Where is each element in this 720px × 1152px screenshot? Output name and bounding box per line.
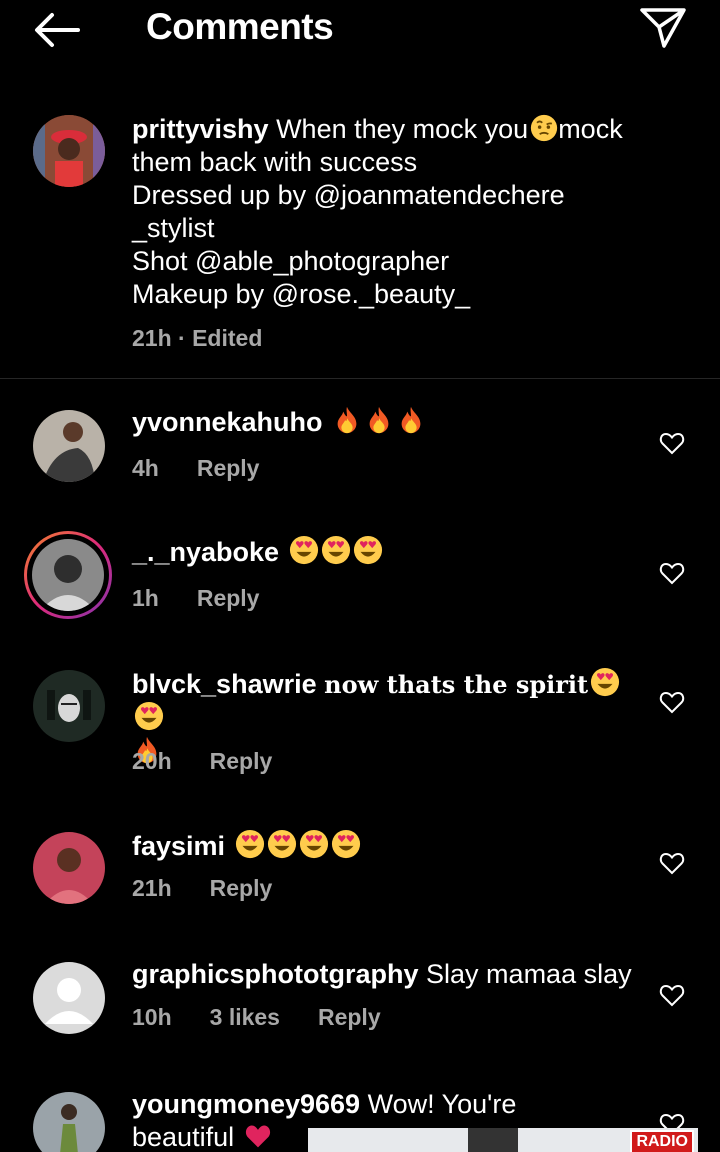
comment-username[interactable]: faysimi (132, 831, 225, 861)
fire-emoji-icon (396, 405, 426, 435)
ad-banner[interactable]: RADIO (308, 1128, 698, 1152)
comment-text: yvonnekahuho (132, 405, 632, 439)
reply-button[interactable]: Reply (197, 455, 260, 482)
avatar[interactable] (33, 670, 105, 742)
comment-username[interactable]: _._nyaboke (132, 537, 279, 567)
comment-time: 4h (132, 455, 159, 481)
edited-label: Edited (192, 325, 263, 351)
comment-username[interactable]: graphicsphototgraphy (132, 959, 419, 989)
radio-badge: RADIO (630, 1130, 694, 1152)
heart-eyes-emoji-icon (590, 667, 620, 697)
comment-meta: 10h 3 likes Reply (132, 1004, 419, 1031)
caption-line-4: _stylist (132, 213, 215, 243)
comment-text: faysimi (132, 829, 632, 863)
comment-username[interactable]: yvonnekahuho (132, 407, 323, 437)
like-heart-icon[interactable] (659, 690, 685, 714)
top-bar: Comments (0, 0, 720, 56)
raised-eyebrow-emoji-icon (530, 114, 558, 142)
likes-count[interactable]: 3 likes (210, 1004, 280, 1031)
comment-time: 21h (132, 875, 172, 901)
caption-line-2: them back with success (132, 147, 418, 177)
reply-button[interactable]: Reply (210, 875, 273, 902)
like-heart-icon[interactable] (659, 561, 685, 585)
avatar[interactable] (33, 832, 105, 904)
divider (0, 378, 720, 379)
ad-image-detail (468, 1128, 518, 1152)
default-avatar[interactable] (33, 962, 105, 1034)
heart-eyes-emoji-icon (321, 535, 351, 565)
caption-time: 21h (132, 325, 172, 351)
caption-line-6: Makeup by @rose._beauty_ (132, 279, 471, 309)
avatar[interactable] (33, 410, 105, 482)
comment-meta: 1h Reply (132, 585, 297, 612)
page-title: Comments (146, 6, 334, 47)
like-heart-icon[interactable] (659, 431, 685, 455)
reply-button[interactable]: Reply (197, 585, 260, 612)
comment-row: blvck_shawrie now thats the spirit 20h Re… (0, 667, 720, 787)
heart-eyes-emoji-icon (331, 829, 361, 859)
comment-meta: 4h Reply (132, 455, 297, 482)
comment-text: graphicsphototgraphy Slay mamaa slay (132, 958, 652, 991)
avatar[interactable] (33, 115, 105, 187)
comment-row: yvonnekahuho 4h Reply (0, 405, 720, 505)
comment-text: _._nyaboke (132, 535, 632, 569)
comment-time: 10h (132, 1004, 172, 1030)
comment-username[interactable]: blvck_shawrie (132, 669, 317, 699)
heart-eyes-emoji-icon (353, 535, 383, 565)
comment-row: _._nyaboke 1h Reply (0, 531, 720, 635)
caption-username[interactable]: prittyvishy (132, 114, 269, 144)
caption-line-5: Shot @able_photographer (132, 246, 450, 276)
comment-body: Wow! You're (367, 1089, 517, 1119)
comment-body: now thats the spirit (324, 670, 589, 699)
comment-meta: 20h Reply (132, 748, 310, 775)
heart-eyes-emoji-icon (289, 535, 319, 565)
caption-line-3: Dressed up by @joanmatendechere (132, 180, 565, 210)
reply-button[interactable]: Reply (210, 748, 273, 775)
comment-meta: 21h Reply (132, 875, 310, 902)
comment-username[interactable]: youngmoney9669 (132, 1089, 360, 1119)
comment-body-continued: beautiful (132, 1122, 235, 1152)
meta-separator: · (171, 325, 193, 351)
reply-button[interactable]: Reply (318, 1004, 381, 1031)
caption-line-1: When they mock you (276, 114, 529, 144)
like-heart-icon[interactable] (659, 983, 685, 1007)
like-heart-icon[interactable] (659, 851, 685, 875)
comment-body: Slay mamaa slay (426, 959, 632, 989)
comment-row: graphicsphototgraphy Slay mamaa slay 10h… (0, 958, 720, 1058)
fire-emoji-icon (364, 405, 394, 435)
comment-time: 1h (132, 585, 159, 611)
back-arrow-icon[interactable] (30, 10, 82, 50)
comment-row: faysimi 21h Reply (0, 829, 720, 929)
caption-meta: 21h · Edited (132, 325, 262, 352)
heart-eyes-emoji-icon (235, 829, 265, 859)
heart-eyes-emoji-icon (267, 829, 297, 859)
caption-line-1-end: mock (558, 114, 623, 144)
send-direct-icon[interactable] (638, 4, 688, 50)
heart-eyes-emoji-icon (134, 701, 164, 731)
caption-text: prittyvishy When they mock you mock them … (132, 113, 692, 311)
heart-eyes-emoji-icon (299, 829, 329, 859)
fire-emoji-icon (332, 405, 362, 435)
comment-time: 20h (132, 748, 172, 774)
avatar[interactable] (33, 1092, 105, 1152)
red-heart-emoji-icon (244, 1122, 272, 1150)
avatar-story-ring[interactable] (24, 531, 112, 619)
